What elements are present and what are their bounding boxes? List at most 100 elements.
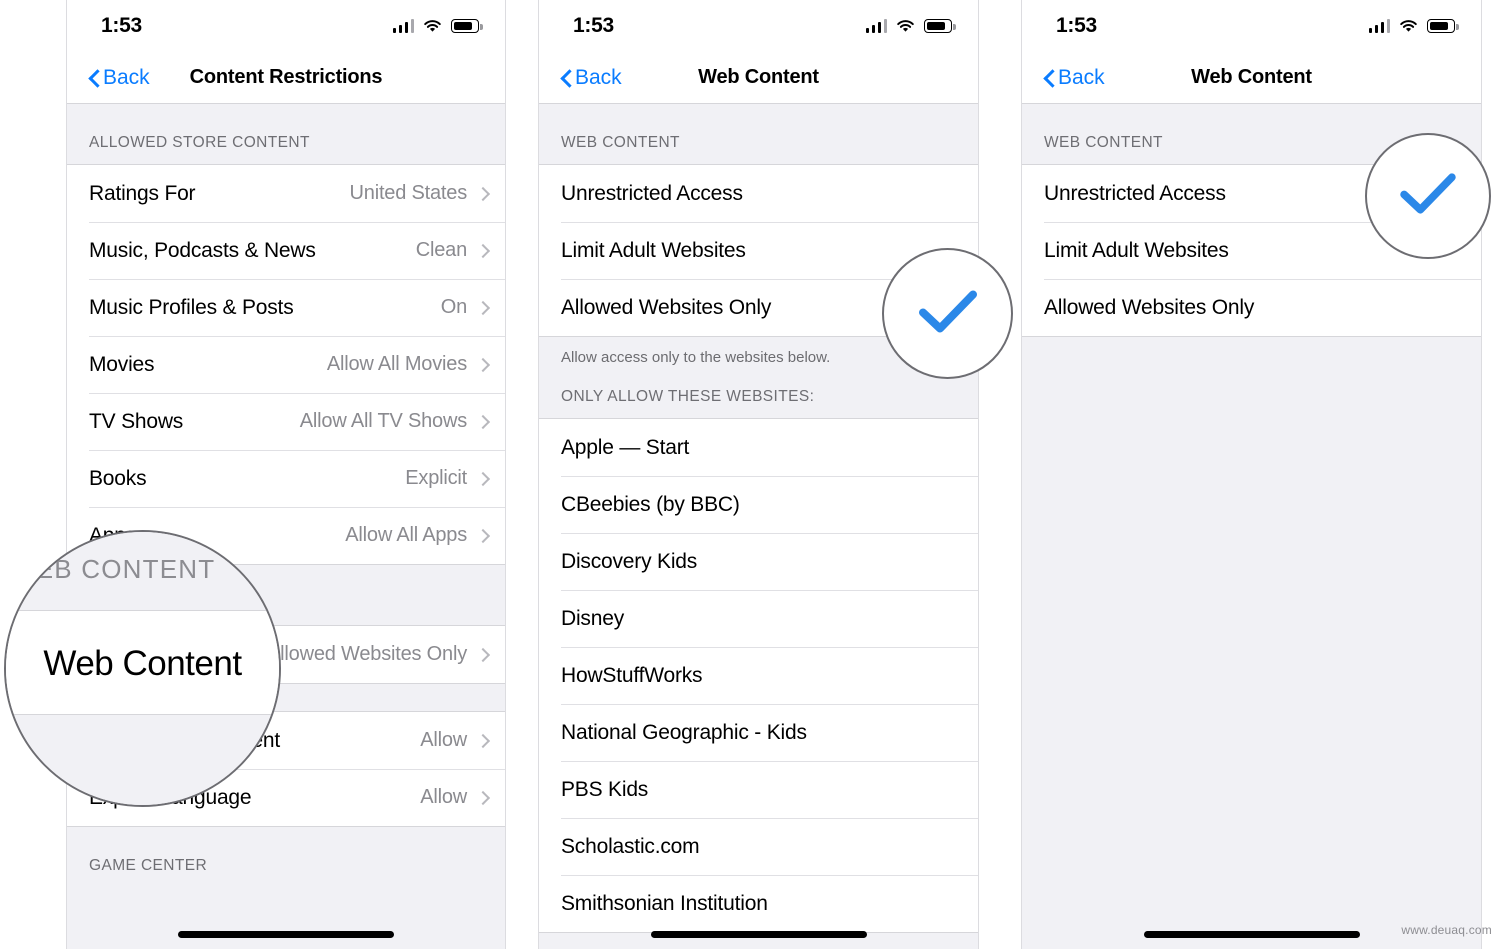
wifi-icon: [423, 19, 442, 33]
row-label: Ratings For: [89, 181, 196, 205]
checkmark-icon: [1398, 172, 1458, 221]
row-value: Allow All Movies: [326, 353, 467, 375]
chevron-left-icon: [89, 69, 100, 87]
status-icons: [1368, 19, 1459, 33]
settings-list: ALLOWED STORE CONTENT Ratings For United…: [67, 104, 505, 949]
status-time: 1:53: [573, 14, 614, 37]
chevron-right-icon: [478, 528, 487, 543]
row-ratings-for[interactable]: Ratings For United States: [67, 165, 505, 222]
row-books[interactable]: Books Explicit: [67, 450, 505, 507]
row-value: Explicit: [405, 467, 467, 489]
section-header-web-content: WEB CONTENT: [539, 104, 978, 164]
row-tv-shows[interactable]: TV Shows Allow All TV Shows: [67, 393, 505, 450]
magnifier-ghost-header: WEB CONTENT: [10, 554, 216, 584]
list-item[interactable]: Discovery Kids: [539, 533, 978, 590]
back-button[interactable]: Back: [561, 66, 622, 90]
home-indicator[interactable]: [650, 931, 867, 938]
home-indicator[interactable]: [178, 931, 394, 938]
option-label: Allowed Websites Only: [561, 295, 772, 319]
chevron-right-icon: [478, 243, 487, 258]
magnifier-label: Web Content: [43, 644, 242, 683]
nav-bar: Back Web Content: [539, 52, 978, 104]
row-label: Music Profiles & Posts: [89, 295, 294, 319]
section-header-only-allow: ONLY ALLOW THESE WEBSITES:: [539, 370, 978, 418]
cellular-signal-icon: [1368, 19, 1390, 33]
list-item[interactable]: National Geographic - Kids: [539, 704, 978, 761]
row-value: United States: [349, 182, 468, 204]
website-label: Smithsonian Institution: [561, 891, 768, 915]
website-label: CBeebies (by BBC): [561, 492, 740, 516]
magnifier-checkmark-unrestricted-access: [1365, 133, 1491, 259]
website-label: Discovery Kids: [561, 549, 698, 573]
chevron-left-icon: [561, 69, 572, 87]
magnifier-bg-bottom: [6, 715, 279, 805]
list-item[interactable]: Apple — Start: [539, 419, 978, 476]
chevron-right-icon: [478, 790, 487, 805]
nav-bar: Back Content Restrictions: [67, 52, 505, 104]
chevron-right-icon: [478, 471, 487, 486]
cellular-signal-icon: [392, 19, 414, 33]
row-movies[interactable]: Movies Allow All Movies: [67, 336, 505, 393]
back-button[interactable]: Back: [1044, 66, 1105, 90]
row-value: Allow: [420, 786, 467, 808]
back-button-label: Back: [575, 65, 622, 89]
option-unrestricted-access[interactable]: Unrestricted Access: [539, 165, 978, 222]
website-label: HowStuffWorks: [561, 663, 703, 687]
settings-list: WEB CONTENT Unrestricted Access Limit Ad…: [539, 104, 978, 949]
row-value: Allow All Apps: [345, 524, 467, 546]
row-music-podcasts-news[interactable]: Music, Podcasts & News Clean: [67, 222, 505, 279]
chevron-right-icon: [478, 733, 487, 748]
nav-bar: Back Web Content: [1022, 52, 1481, 104]
row-label: TV Shows: [89, 409, 184, 433]
magnifier-web-content-row: WEB CONTENT Web Content: [4, 530, 281, 807]
row-label: Movies: [89, 352, 155, 376]
row-label: Books: [89, 466, 147, 490]
chevron-right-icon: [478, 186, 487, 201]
magnifier-checkmark-allowed-websites: [882, 248, 1013, 379]
battery-icon: [1427, 19, 1459, 33]
back-button[interactable]: Back: [89, 66, 150, 90]
row-value: Allow All TV Shows: [299, 410, 467, 432]
status-bar: 1:53: [1022, 0, 1481, 52]
section-header-allowed-store-content: ALLOWED STORE CONTENT: [67, 104, 505, 164]
status-bar: 1:53: [539, 0, 978, 52]
row-value: On: [440, 296, 467, 318]
option-allowed-websites-only[interactable]: Allowed Websites Only: [1022, 279, 1481, 336]
section-allowed-store-content: Ratings For United States Music, Podcast…: [67, 164, 505, 565]
website-label: Scholastic.com: [561, 834, 700, 858]
option-label: Limit Adult Websites: [1044, 238, 1229, 262]
chevron-right-icon: [478, 647, 487, 662]
battery-icon: [924, 19, 956, 33]
wifi-icon: [896, 19, 915, 33]
status-icons: [392, 19, 483, 33]
option-label: Allowed Websites Only: [1044, 295, 1255, 319]
phone-panel-web-content-allowed: 1:53 Back Web Content WEB CONTENT Unrest…: [538, 0, 979, 949]
list-item[interactable]: Smithsonian Institution: [539, 875, 978, 932]
row-music-profiles-posts[interactable]: Music Profiles & Posts On: [67, 279, 505, 336]
row-value: Allowed Websites Only: [267, 643, 467, 665]
allowed-websites-list: Apple — Start CBeebies (by BBC) Discover…: [539, 418, 978, 933]
list-item[interactable]: CBeebies (by BBC): [539, 476, 978, 533]
list-item[interactable]: HowStuffWorks: [539, 647, 978, 704]
back-button-label: Back: [1058, 65, 1105, 89]
website-label: Disney: [561, 606, 624, 630]
wifi-icon: [1399, 19, 1418, 33]
chevron-right-icon: [478, 414, 487, 429]
status-time: 1:53: [101, 14, 142, 37]
website-label: PBS Kids: [561, 777, 649, 801]
option-label: Limit Adult Websites: [561, 238, 746, 262]
list-item[interactable]: PBS Kids: [539, 761, 978, 818]
chevron-left-icon: [1044, 69, 1055, 87]
screenshot-stage: 1:53 Back Content Restrictions ALLOWED S…: [0, 0, 1500, 949]
checkmark-icon: [917, 288, 979, 339]
chevron-right-icon: [478, 357, 487, 372]
row-value: Clean: [415, 239, 467, 261]
list-item[interactable]: Disney: [539, 590, 978, 647]
cellular-signal-icon: [865, 19, 887, 33]
status-time: 1:53: [1056, 14, 1097, 37]
list-item[interactable]: Scholastic.com: [539, 818, 978, 875]
section-header-game-center: GAME CENTER: [67, 827, 505, 887]
home-indicator[interactable]: [1143, 931, 1360, 938]
option-label: Unrestricted Access: [561, 181, 743, 205]
option-label: Unrestricted Access: [1044, 181, 1226, 205]
